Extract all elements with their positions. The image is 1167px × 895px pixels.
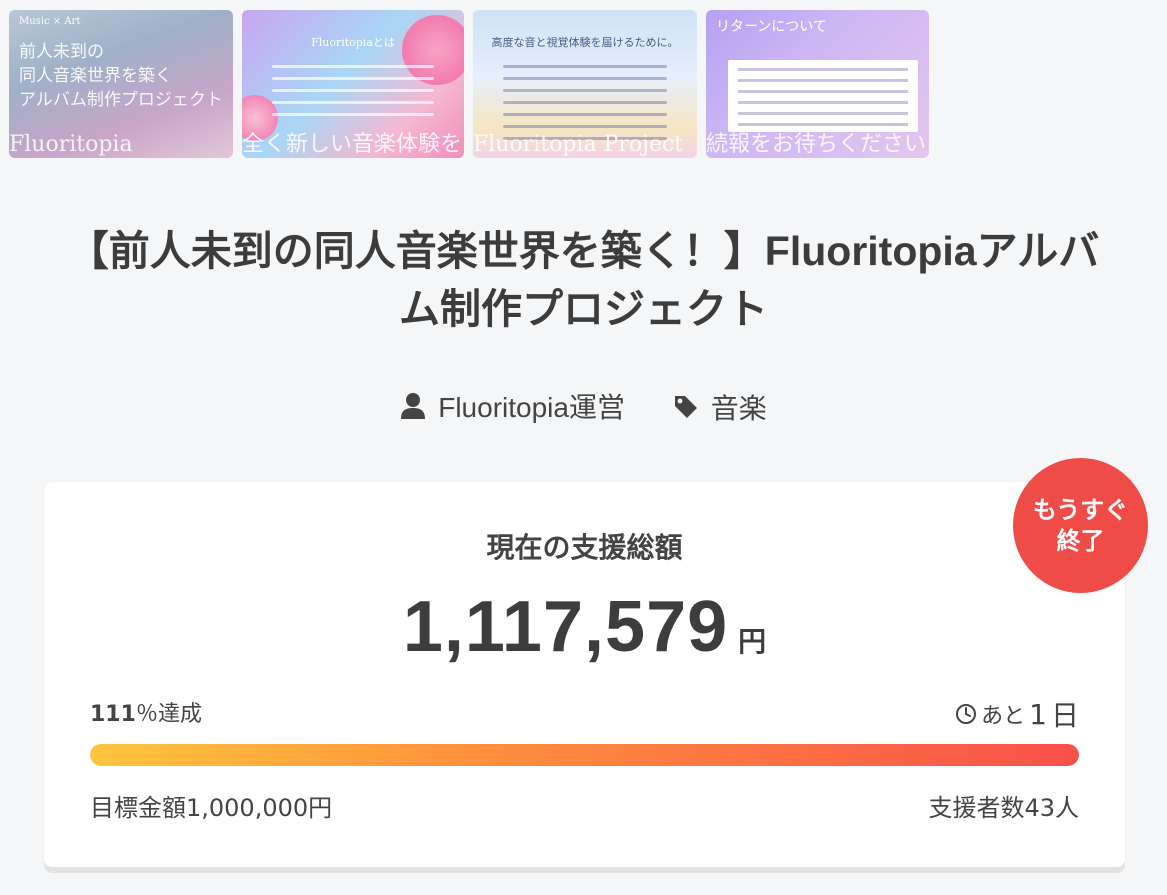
thumbnail-strip: Fluoritopia — [9, 132, 133, 157]
thumbnail-strip: 続報をお待ちください — [706, 132, 927, 157]
thumbnail-title: 前人未到の 同人音楽世界を築く アルバム制作プロジェクト — [19, 42, 223, 110]
badge-line-2: 終了 — [1056, 526, 1105, 555]
category-name: 音楽 — [710, 393, 767, 424]
time-remaining: あと 1 日 — [955, 694, 1079, 734]
gallery-thumbnail-1[interactable]: Music × Art 前人未到の 同人音楽世界を築く アルバム制作プロジェクト… — [9, 10, 233, 158]
owner-name: Fluoritopia運営 — [438, 392, 625, 423]
remain-unit: 日 — [1050, 699, 1079, 732]
returns-list-box — [728, 60, 918, 132]
clock-icon — [956, 704, 977, 724]
category-link[interactable]: 音楽 — [673, 387, 767, 427]
funding-amount-unit: 円 — [738, 626, 767, 657]
gallery-thumbnail-3[interactable]: 高度な音と視覚体験を届けるために。 Fluoritopia Project — [473, 10, 697, 158]
goal-amount: 目標金額1,000,000円 — [90, 794, 333, 822]
funding-amount-value: 1,117,579 — [402, 587, 729, 667]
achievement-percent: 111 — [90, 702, 136, 727]
thumbnail-strip: 全く新しい音楽体験を — [242, 132, 463, 157]
badge-line-1: もうすぐ — [1032, 495, 1129, 524]
funding-label: 現在の支援総額 — [486, 531, 683, 564]
thumbnail-caption: 高度な音と視覚体験を届けるために。 — [491, 36, 679, 49]
project-meta: Fluoritopia運営 音楽 — [0, 386, 1167, 427]
progress-fill — [90, 744, 1079, 766]
thumbnail-strip: Fluoritopia Project — [473, 132, 684, 157]
user-icon — [401, 393, 426, 419]
progress-bar — [90, 744, 1079, 766]
funding-card: 現在の支援総額 1,117,579 円 111％達成 あと 1 日 目標金額1,0… — [44, 482, 1125, 867]
remain-days: 1 — [1029, 697, 1047, 731]
thumbnail-caption: Music × Art — [19, 16, 81, 27]
achievement-rate: 111％達成 — [90, 696, 202, 728]
project-title: 【前人未到の同人音楽世界を築く！】Fluoritopiaアルバム制作プロジェクト — [67, 228, 1100, 332]
owner-link[interactable]: Fluoritopia運営 — [400, 386, 625, 426]
remain-prefix: あと — [981, 704, 1026, 729]
thumbnail-caption: Fluoritopiaとは — [311, 36, 395, 49]
gallery-thumbnail-2[interactable]: Fluoritopiaとは 全く新しい音楽体験を — [242, 10, 464, 158]
achievement-suffix: ％達成 — [135, 702, 202, 727]
ending-soon-badge: もうすぐ 終了 — [1013, 458, 1148, 593]
thumbnail-caption: リターンについて — [716, 19, 827, 35]
tag-icon — [674, 396, 697, 418]
funding-amount: 1,117,579 円 — [44, 586, 1125, 668]
backer-count: 支援者数43人 — [928, 794, 1079, 822]
gallery-thumbnail-4[interactable]: リターンについて 続報をお待ちください — [706, 10, 929, 158]
